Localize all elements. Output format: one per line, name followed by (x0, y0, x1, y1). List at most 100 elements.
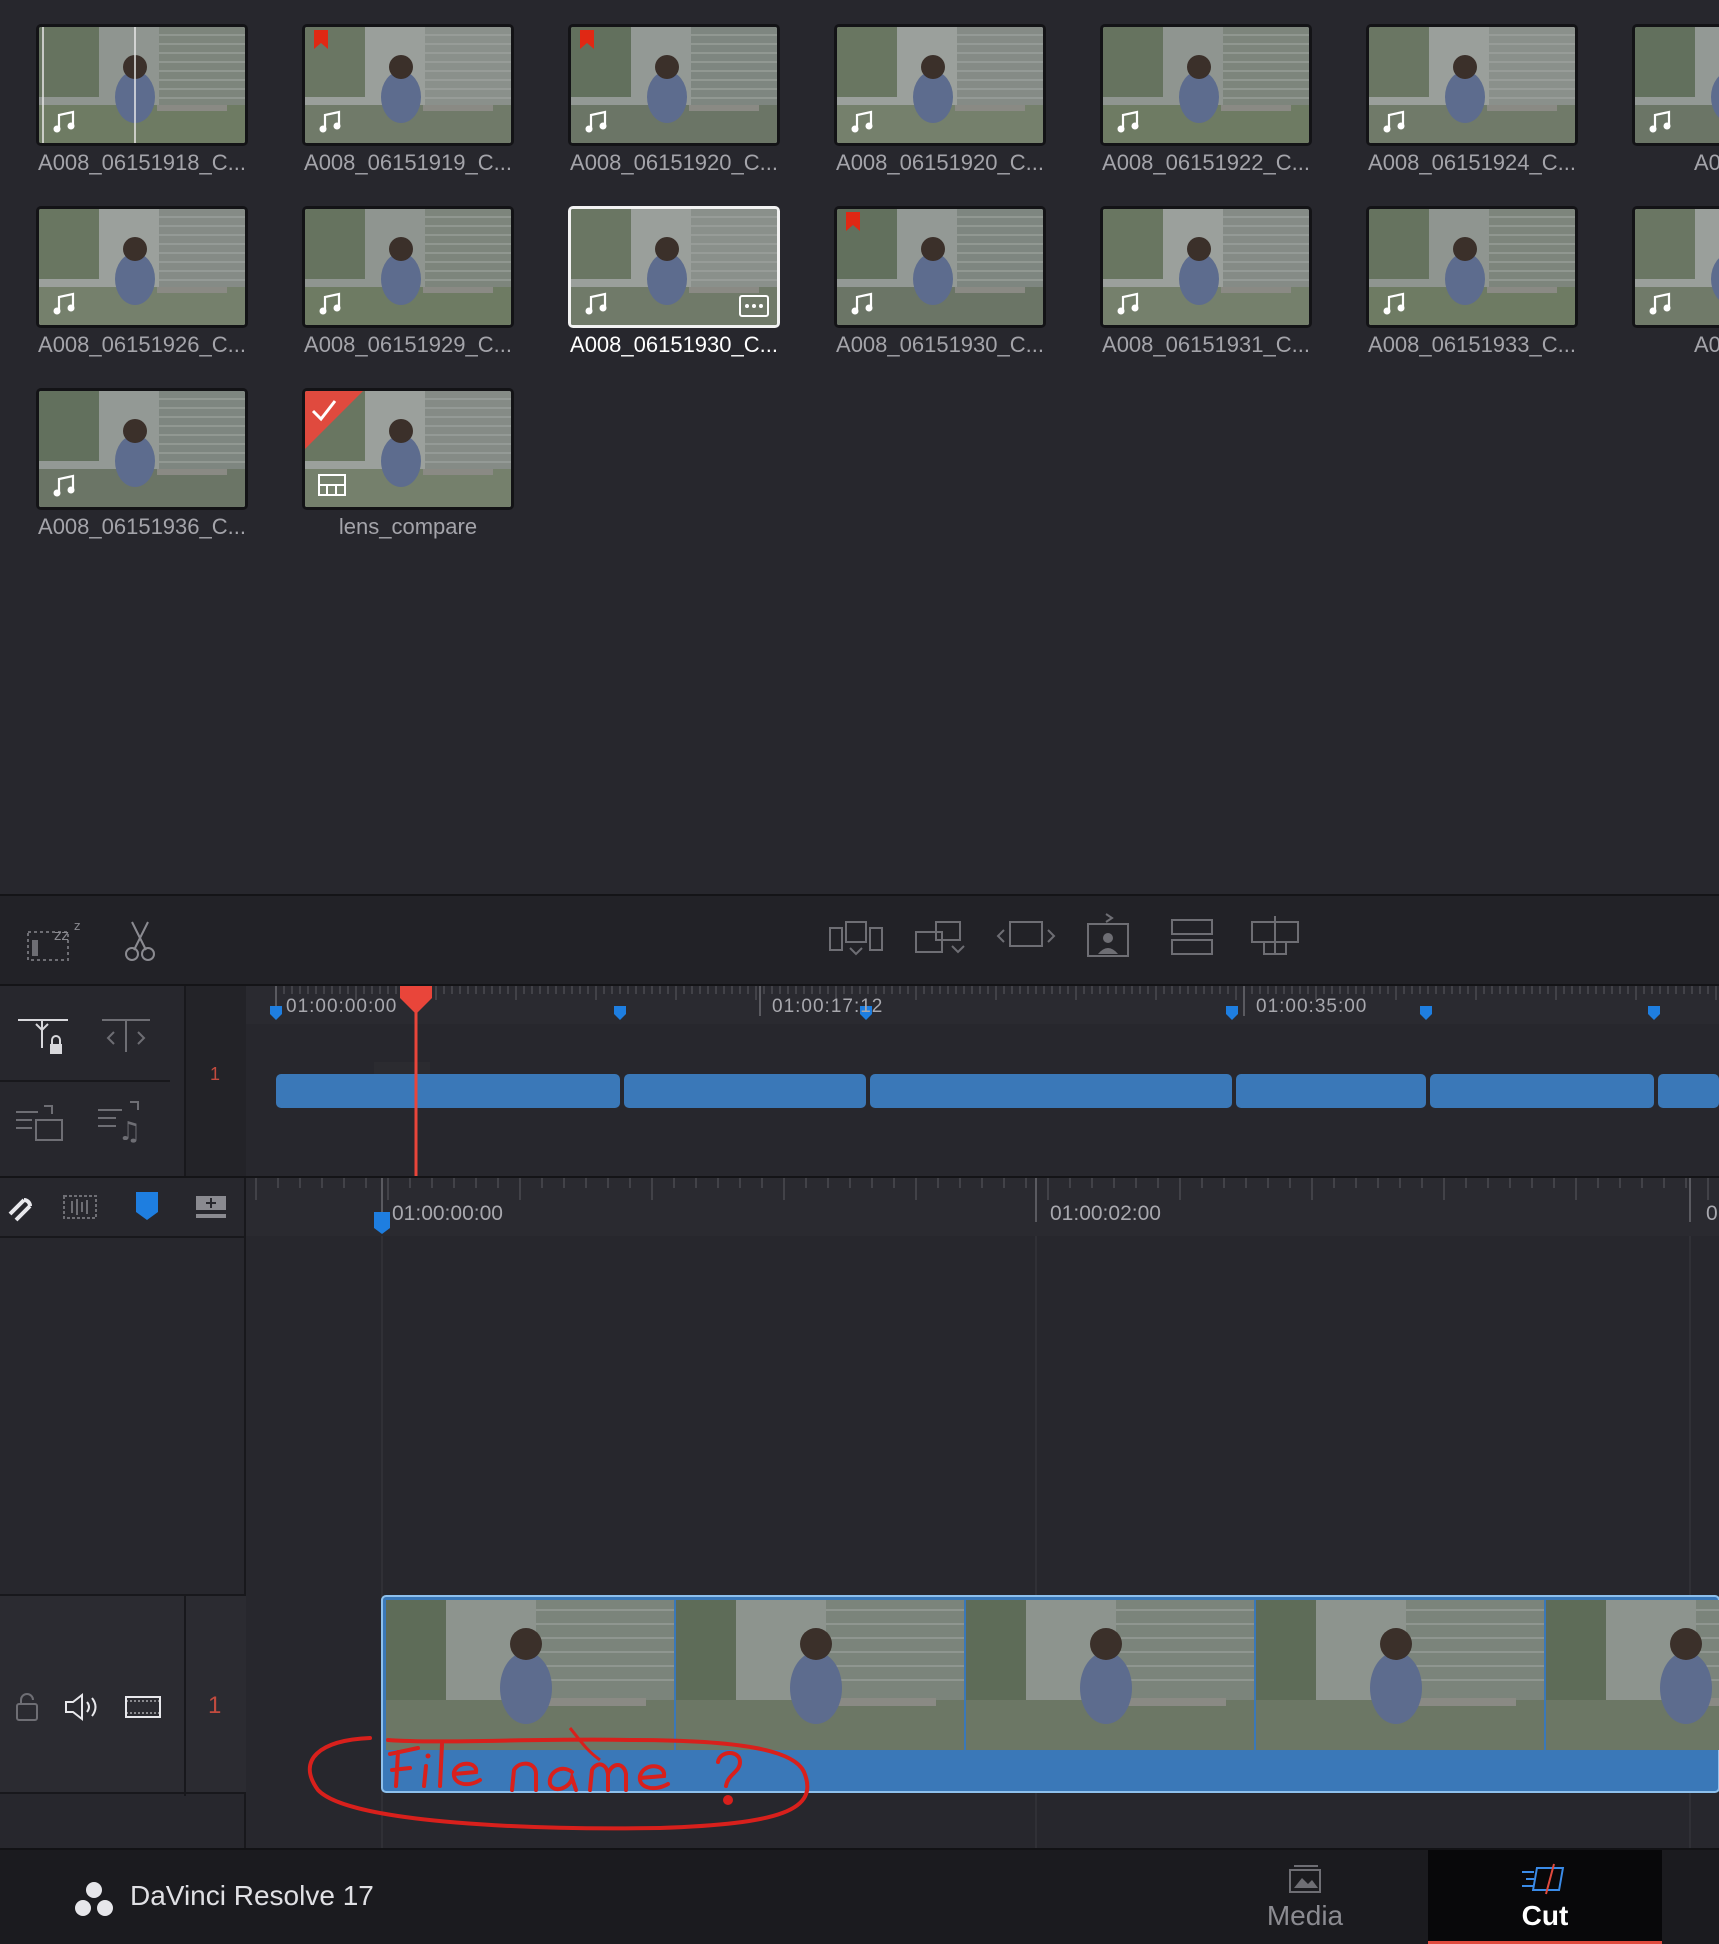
music-icon (851, 110, 873, 133)
music-icon (1383, 110, 1405, 133)
clip-filmstrip-frame (1256, 1600, 1544, 1750)
clip-thumbnail-image[interactable] (1100, 206, 1312, 328)
smart-insert-icon[interactable] (828, 918, 884, 958)
track-lock-icon[interactable] (14, 1692, 40, 1722)
upper-track-header: 1 (186, 986, 430, 1178)
page-navigation-bar: DaVinci Resolve 17 Media Cut (0, 1848, 1719, 1944)
cut-page-icon (1522, 1863, 1565, 1895)
clip-thumbnail-image[interactable] (568, 206, 780, 328)
clip-thumbnail-image[interactable] (1632, 24, 1719, 146)
clip-thumbnail-image[interactable] (1366, 24, 1578, 146)
music-icon (53, 474, 75, 497)
music-icon (319, 292, 341, 315)
tab-media[interactable]: Media (1232, 1850, 1378, 1944)
timeline-zoom-icon[interactable] (100, 1014, 152, 1056)
music-icon (319, 110, 341, 133)
source-overwrite-icon[interactable] (1250, 914, 1302, 958)
flag-icon (314, 30, 328, 49)
clip-name: A008_06151924_C... (1368, 150, 1576, 175)
close-up-icon[interactable] (1084, 912, 1134, 960)
cut-toolbar: zz z (0, 896, 1719, 986)
upper-clip-segment (624, 1074, 866, 1108)
clip-name: lens_compare (338, 514, 478, 539)
music-icon (1117, 110, 1139, 133)
media-pool: A008_06151918_C... A008_06151919_C... A008… (0, 0, 1719, 894)
append-icon[interactable] (914, 918, 970, 958)
music-icon (1383, 292, 1405, 315)
app-name: DaVinci Resolve 17 (130, 1880, 374, 1911)
clip-thumbnail-image[interactable] (36, 388, 248, 510)
upper-tc-start: 01:00:00:00 (286, 996, 398, 1017)
clip-thumbnail-image[interactable] (1366, 206, 1578, 328)
lower-tc-mid: 01:00:02:00 (1050, 1202, 1161, 1225)
lower-tc-start: 01:00:00:00 (392, 1202, 503, 1225)
svg-text:zz: zz (54, 928, 69, 944)
upper-track-number: 1 (210, 1064, 221, 1084)
clip-thumbnail-image[interactable] (834, 206, 1046, 328)
timeline-lock-icon[interactable] (16, 1014, 70, 1056)
clip-thumbnail-image[interactable] (1100, 24, 1312, 146)
upper-clip-segment (276, 1074, 620, 1108)
more-options-icon[interactable] (739, 295, 769, 317)
clip-thumbnail-image[interactable] (568, 24, 780, 146)
clip-thumbnail-image[interactable] (302, 388, 514, 510)
clip-thumbnail-image[interactable] (302, 24, 514, 146)
clip-name: A008_06151930_C... (836, 332, 1044, 357)
music-icon (1117, 292, 1139, 315)
add-track-icon[interactable] (194, 1194, 228, 1220)
flag-icon (580, 30, 594, 49)
clip-name: A008_06 (1693, 150, 1719, 175)
upper-tc-mid: 01:00:17:12 (772, 996, 884, 1017)
ripple-overwrite-icon[interactable] (996, 918, 1056, 958)
svg-text:z: z (74, 919, 80, 933)
video-track-icon[interactable] (124, 1694, 162, 1720)
tab-cut-label: Cut (1521, 1900, 1569, 1931)
upper-tc-end: 01:00:35:00 (1256, 996, 1368, 1017)
clip-thumbnail-image[interactable] (302, 206, 514, 328)
clip-name: A008_06151920_C... (570, 150, 778, 175)
music-icon (1649, 292, 1671, 315)
lower-track-number: 1 (208, 1692, 222, 1719)
clip-name: A008_06151920_C... (836, 150, 1044, 175)
clip-name: A008_06151918_C... (38, 150, 246, 175)
clip-thumbnail-image[interactable] (36, 24, 248, 146)
checkmark-icon (305, 391, 363, 449)
clip-name: A008_06151929_C... (304, 332, 512, 357)
upper-clip-segment (1658, 1074, 1719, 1108)
razor-icon[interactable] (122, 920, 158, 964)
clip-thumbnail-image[interactable] (1632, 206, 1719, 328)
clip-name: A008_06151933_C... (1368, 332, 1576, 357)
place-on-top-icon[interactable] (1170, 918, 1216, 958)
upper-clip-segment (1236, 1074, 1426, 1108)
track-audio-dest-icon[interactable]: ♫ (96, 1098, 150, 1144)
clip-name: A008_06151922_C... (1102, 150, 1310, 175)
audio-waveform-icon[interactable] (62, 1192, 98, 1222)
smart-insert-sleep-icon[interactable]: zz z (26, 918, 86, 964)
clip-thumbnail-image[interactable] (834, 24, 1046, 146)
clip-name: A008_06151931_C... (1102, 332, 1310, 357)
track-video-dest-icon[interactable] (14, 1102, 68, 1144)
clip-name: A008_06151930_C... (570, 332, 778, 357)
upper-timeline-track[interactable] (246, 986, 1719, 1178)
clip-name: A008_06 (1693, 332, 1719, 357)
music-icon (585, 292, 607, 315)
upper-ruler (246, 986, 1719, 1024)
tab-cut[interactable]: Cut (1428, 1850, 1662, 1944)
snapping-icon[interactable] (2, 1192, 34, 1224)
handwritten-annotation (307, 1727, 810, 1831)
music-icon (585, 110, 607, 133)
upper-timeline-controls: ♫ (0, 986, 186, 1178)
upper-timeline: ♫ 1 01:00:00:00 01:00:17:12 01:00:35:00 (0, 986, 1719, 1178)
svg-text:♫: ♫ (118, 1117, 141, 1144)
clip-name: A008_06151936_C... (38, 514, 246, 539)
clip-thumbnail-image[interactable] (36, 206, 248, 328)
tab-media-label: Media (1266, 1900, 1344, 1931)
marker-icon[interactable] (134, 1190, 160, 1222)
davinci-logo-icon (75, 1882, 113, 1916)
upper-clip-segment (870, 1074, 1232, 1108)
music-icon (53, 292, 75, 315)
speaker-icon[interactable] (64, 1692, 102, 1722)
music-icon (1649, 110, 1671, 133)
lower-tc-end: 0 (1706, 1202, 1718, 1225)
media-page-icon (1289, 1865, 1321, 1893)
